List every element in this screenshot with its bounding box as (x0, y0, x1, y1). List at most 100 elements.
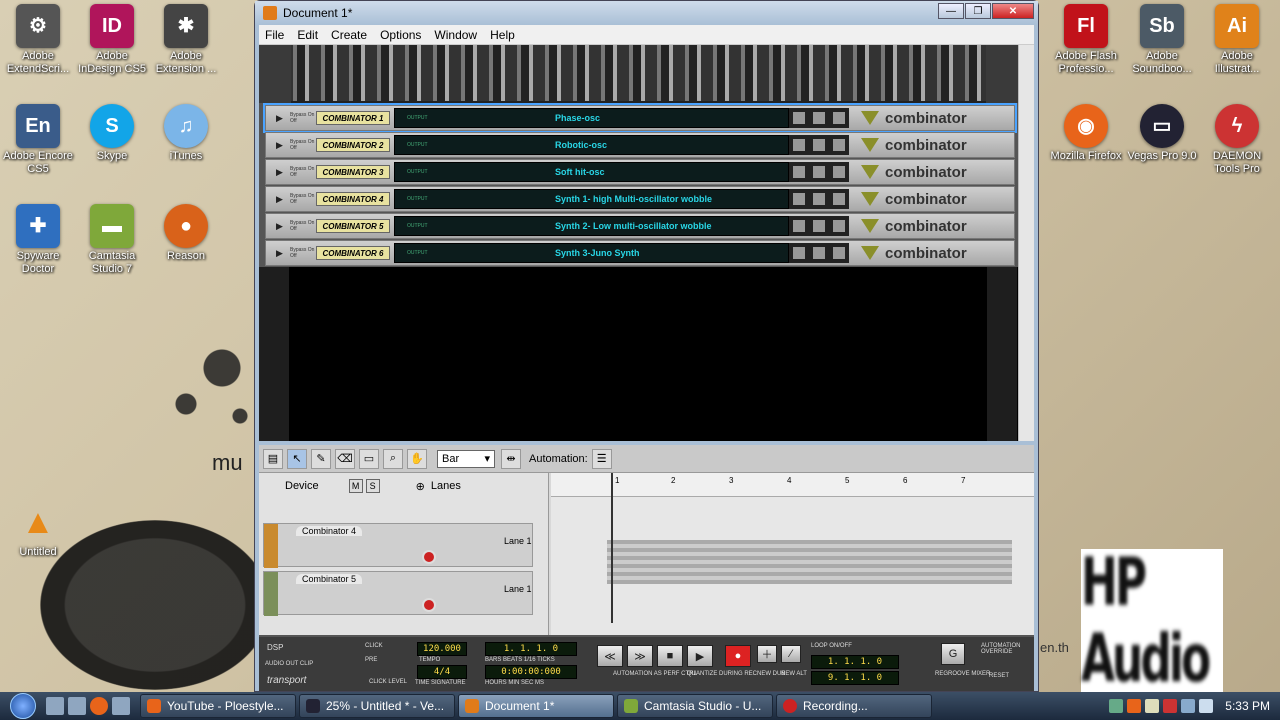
add-lane-icon[interactable]: ⊕ (416, 480, 425, 493)
loop-toggle[interactable]: LOOP ON/OFF (811, 643, 852, 649)
razor-tool-icon[interactable]: ▭ (359, 448, 379, 469)
desktop-icon-camtasia[interactable]: ▬ Camtasia Studio 7 (74, 204, 150, 276)
new-alt-button[interactable]: ⁄ (781, 645, 801, 663)
record-button[interactable]: ● (725, 645, 751, 667)
desktop-icon-extension-manager[interactable]: ✱ Adobe Extension ... (148, 4, 224, 76)
start-button[interactable] (0, 692, 46, 720)
taskbar-item-active[interactable]: Document 1* (458, 694, 614, 718)
new-dub-button[interactable]: ＋ (757, 645, 777, 663)
track-name[interactable]: Combinator 5 (296, 574, 363, 584)
snap-select[interactable]: Bar ▾ (437, 449, 495, 468)
clock[interactable]: 5:33 PM (1225, 699, 1270, 713)
combinator-row[interactable]: ▶ Bypass On Off COMBINATOR 5 OUTPUT Synth… (265, 213, 1015, 239)
patch-display[interactable]: OUTPUT Synth 3-Juno Synth (394, 243, 789, 263)
select-tool-icon[interactable]: ↖ (287, 448, 307, 469)
desktop-icon-indesign[interactable]: ID Adobe InDesign CS5 (74, 4, 150, 76)
combinator-row[interactable]: ▶ Bypass On Off COMBINATOR 2 OUTPUT Robot… (265, 132, 1015, 158)
mode-icon[interactable]: ▤ (263, 448, 283, 469)
patch-browse-buttons[interactable] (789, 162, 849, 182)
patch-display[interactable]: OUTPUT Synth 2- Low multi-oscillator wobb… (394, 216, 789, 236)
time-display[interactable]: 0:00:00:000 (485, 665, 577, 679)
expand-arrow-icon[interactable]: ▶ (276, 221, 284, 232)
fast-forward-button[interactable]: ≫ (627, 645, 653, 667)
tray-icon[interactable] (1163, 699, 1178, 713)
record-enable-button[interactable] (422, 598, 436, 612)
desktop-icon-illustrator[interactable]: Ai Adobe Illustrat... (1199, 4, 1275, 76)
eraser-tool-icon[interactable]: ⌫ (335, 448, 355, 469)
window-titlebar[interactable]: Document 1* — ❐ ✕ (255, 1, 1038, 25)
patch-display[interactable]: OUTPUT Phase-osc (394, 108, 789, 128)
song-position-marker[interactable] (611, 473, 613, 623)
note-lane[interactable] (607, 540, 1012, 584)
track-row[interactable]: Combinator 5 Lane 1 (263, 571, 533, 616)
track-name[interactable]: Combinator 4 (296, 526, 363, 536)
menu-window[interactable]: Window (434, 28, 477, 42)
menu-help[interactable]: Help (490, 28, 515, 42)
menu-options[interactable]: Options (380, 28, 421, 42)
left-locator-display[interactable]: 1. 1. 1. 0 (811, 655, 899, 669)
menu-create[interactable]: Create (331, 28, 367, 42)
automation-perf-toggle[interactable]: AUTOMATION AS PERF CTRL (613, 671, 697, 677)
desktop-icon-encore[interactable]: En Adobe Encore CS5 (0, 104, 76, 176)
quantize-toggle[interactable]: QUANTIZE DURING REC (687, 671, 757, 677)
time-signature-display[interactable]: 4/4 (417, 665, 467, 679)
desktop-icon-spyware-doctor[interactable]: ✚ Spyware Doctor (0, 204, 76, 276)
combinator-row[interactable]: ▶ Bypass On Off COMBINATOR 4 OUTPUT Synth… (265, 186, 1015, 212)
desktop-icon-itunes[interactable]: ♫ iTunes (148, 104, 224, 163)
minimize-button[interactable]: — (938, 3, 964, 19)
patch-browse-buttons[interactable] (789, 108, 849, 128)
track-row[interactable]: Combinator 4 Lane 1 (263, 523, 533, 568)
record-enable-button[interactable] (422, 550, 436, 564)
position-display[interactable]: 1. 1. 1. 0 (485, 642, 577, 656)
patch-browse-buttons[interactable] (789, 216, 849, 236)
quicklaunch-switch-icon[interactable] (68, 697, 86, 715)
play-button[interactable]: ▶ (687, 645, 713, 667)
mixer-strip[interactable] (259, 45, 1034, 103)
patch-display[interactable]: OUTPUT Soft hit-osc (394, 162, 789, 182)
expand-arrow-icon[interactable]: ▶ (276, 248, 284, 259)
reset-button[interactable]: RESET (989, 673, 1009, 679)
pre-toggle[interactable]: PRE (365, 657, 377, 663)
desktop-icon-vegas-pro[interactable]: ▭ Vegas Pro 9.0 (1124, 104, 1200, 163)
taskbar-item[interactable]: YouTube - Ploestyle... (140, 694, 296, 718)
regroove-button[interactable]: G (941, 643, 965, 665)
menu-file[interactable]: File (265, 28, 284, 42)
arrangement-area[interactable]: 1 2 3 4 5 6 7 (551, 473, 1034, 635)
combinator-row[interactable]: ▶ Bypass On Off COMBINATOR 1 OUTPUT Phase… (263, 103, 1017, 133)
expand-arrow-icon[interactable]: ▶ (276, 113, 284, 124)
patch-display[interactable]: OUTPUT Robotic-osc (394, 135, 789, 155)
stop-button[interactable]: ■ (657, 645, 683, 667)
rewind-button[interactable]: ≪ (597, 645, 623, 667)
expand-arrow-icon[interactable]: ▶ (276, 140, 284, 151)
quicklaunch-desktop-icon[interactable] (46, 697, 64, 715)
quicklaunch-ie-icon[interactable] (112, 697, 130, 715)
magnify-tool-icon[interactable]: ⌕ (383, 448, 403, 469)
rack-scrollbar[interactable] (1018, 45, 1034, 441)
desktop-icon-skype[interactable]: S Skype (74, 104, 150, 163)
desktop-icon-daemon-tools[interactable]: ϟ DAEMON Tools Pro (1199, 104, 1275, 176)
tempo-display[interactable]: 120.000 (417, 642, 467, 656)
taskbar-item[interactable]: 25% - Untitled * - Ve... (299, 694, 455, 718)
desktop-icon-reason[interactable]: ● Reason (148, 204, 224, 263)
click-toggle[interactable]: CLICK (365, 643, 383, 649)
taskbar-item[interactable]: Recording... (776, 694, 932, 718)
pencil-tool-icon[interactable]: ✎ (311, 448, 331, 469)
expand-arrow-icon[interactable]: ▶ (276, 167, 284, 178)
automation-icon[interactable]: ☰ (591, 448, 612, 469)
desktop-icon-firefox[interactable]: ◉ Mozilla Firefox (1048, 104, 1124, 163)
combinator-row[interactable]: ▶ Bypass On Off COMBINATOR 6 OUTPUT Synth… (265, 240, 1015, 266)
desktop-icon-vlc-untitled[interactable]: ▲ Untitled (0, 500, 76, 559)
hand-tool-icon[interactable]: ✋ (407, 448, 427, 469)
tray-icon[interactable] (1145, 699, 1160, 713)
timeline-ruler[interactable]: 1 2 3 4 5 6 7 (551, 473, 1034, 497)
combinator-row[interactable]: ▶ Bypass On Off COMBINATOR 3 OUTPUT Soft … (265, 159, 1015, 185)
tray-icon[interactable] (1109, 699, 1124, 713)
patch-browse-buttons[interactable] (789, 189, 849, 209)
close-button[interactable]: ✕ (992, 3, 1034, 19)
rack-empty-area[interactable] (259, 267, 1034, 441)
maximize-button[interactable]: ❐ (965, 3, 991, 19)
desktop-icon-extendscript[interactable]: ⚙ Adobe ExtendScri... (0, 4, 76, 76)
snap-toggle-icon[interactable]: ⇹ (501, 448, 521, 469)
patch-display[interactable]: OUTPUT Synth 1- high Multi-oscillator wob… (394, 189, 789, 209)
quicklaunch-firefox-icon[interactable] (90, 697, 108, 715)
